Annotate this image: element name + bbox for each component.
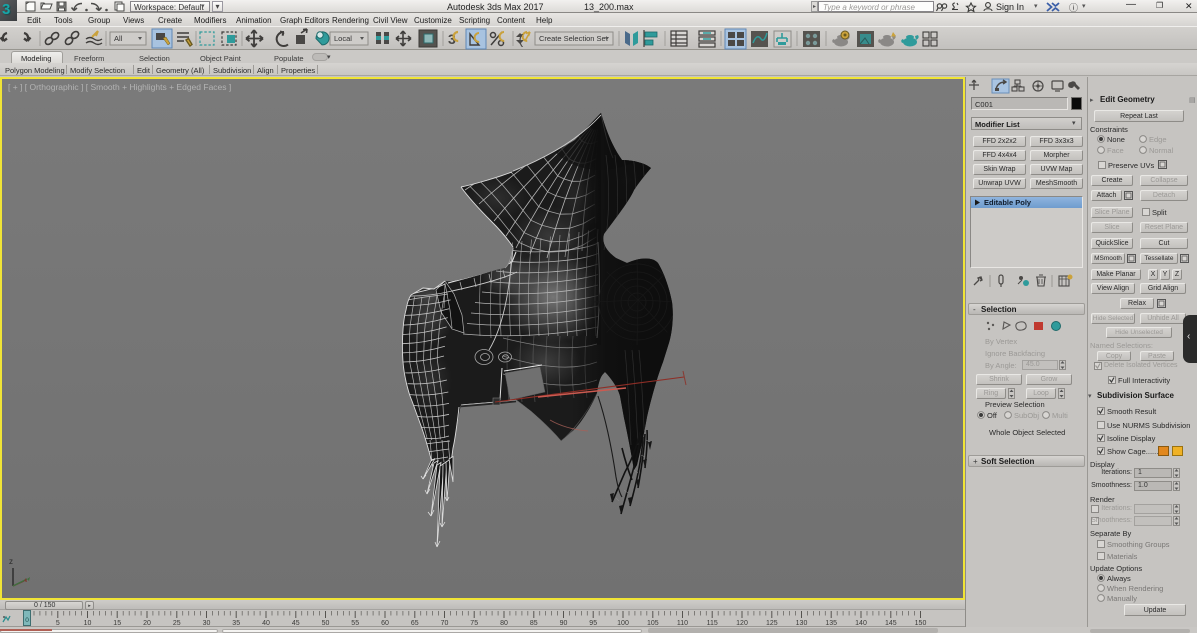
- svg-text:110: 110: [677, 620, 688, 627]
- svg-text:100: 100: [617, 620, 629, 627]
- svg-text:105: 105: [647, 620, 659, 627]
- svg-text:z: z: [9, 557, 13, 566]
- svg-text:145: 145: [885, 620, 897, 627]
- svg-text:25: 25: [173, 620, 181, 627]
- svg-text:0: 0: [25, 617, 29, 624]
- svg-text:35: 35: [232, 620, 240, 627]
- svg-text:135: 135: [825, 620, 837, 627]
- svg-text:70: 70: [441, 620, 449, 627]
- svg-text:40: 40: [262, 620, 270, 627]
- svg-text:50: 50: [322, 620, 330, 627]
- svg-text:90: 90: [560, 620, 568, 627]
- svg-text:Local: Local: [334, 34, 352, 43]
- svg-text:30: 30: [203, 620, 211, 627]
- svg-text:80: 80: [500, 620, 508, 627]
- svg-text:120: 120: [736, 620, 748, 627]
- svg-text:20: 20: [143, 620, 151, 627]
- svg-text:85: 85: [530, 620, 538, 627]
- svg-text:Create Selection Set: Create Selection Set: [539, 34, 609, 43]
- svg-text:140: 140: [855, 620, 867, 627]
- svg-text:45: 45: [292, 620, 300, 627]
- svg-text:65: 65: [411, 620, 419, 627]
- svg-text:75: 75: [470, 620, 478, 627]
- svg-text:10: 10: [84, 620, 92, 627]
- svg-text:(: (: [517, 33, 525, 49]
- svg-text:5: 5: [56, 620, 60, 627]
- svg-text:130: 130: [796, 620, 808, 627]
- svg-text:55: 55: [351, 620, 359, 627]
- svg-text:95: 95: [589, 620, 597, 627]
- svg-text:60: 60: [381, 620, 389, 627]
- svg-text:15: 15: [113, 620, 121, 627]
- svg-text:All: All: [114, 34, 123, 43]
- svg-text:115: 115: [707, 620, 718, 627]
- svg-text:150: 150: [915, 620, 927, 627]
- svg-text:125: 125: [766, 620, 778, 627]
